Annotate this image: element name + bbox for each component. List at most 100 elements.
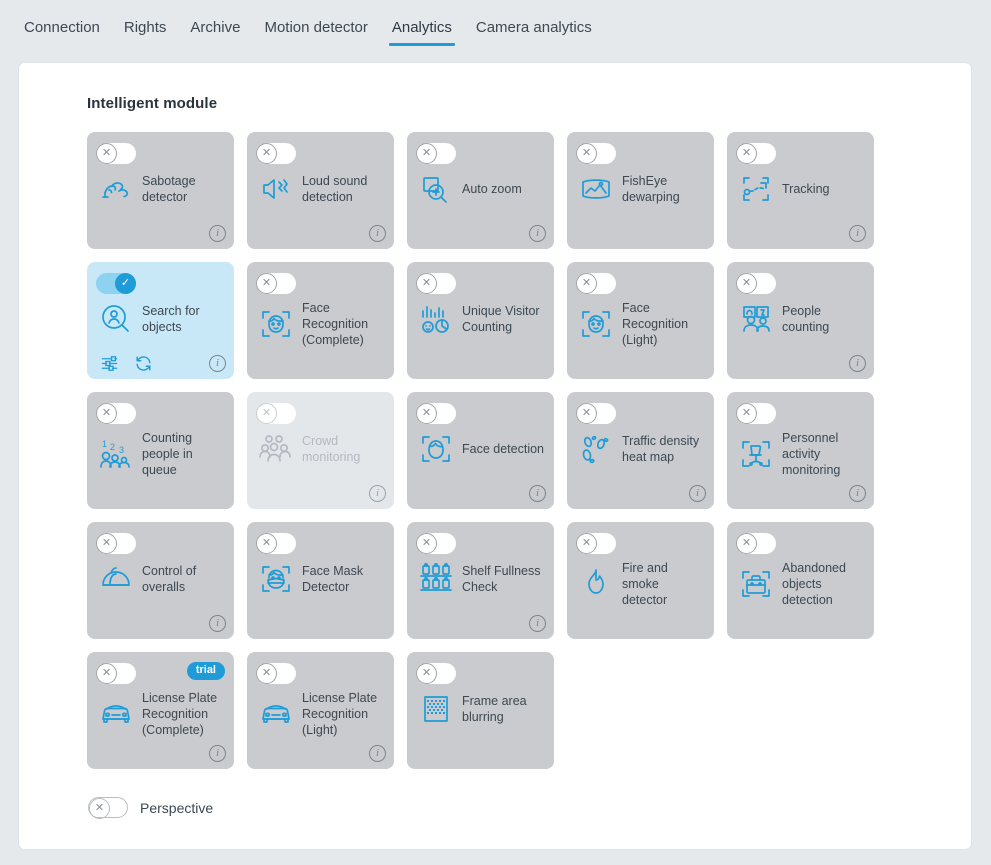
page-title: Intelligent module: [87, 95, 218, 112]
control-of-overalls-icon: [97, 560, 135, 598]
module-card[interactable]: ✕ Face Mask Detector: [247, 522, 394, 639]
info-icon[interactable]: i: [689, 485, 706, 502]
info-icon[interactable]: i: [849, 355, 866, 372]
toggle-knob-off-icon: ✕: [736, 273, 757, 294]
module-card-body: Auto zoom: [417, 170, 546, 208]
module-card[interactable]: ✕ trial License Plate Recognition (Complet…: [87, 652, 234, 769]
module-toggle[interactable]: ✕: [736, 273, 776, 294]
intelligent-module-grid: ✕ Sabotage detector i ✕ Loud sound detection…: [87, 132, 887, 769]
module-card[interactable]: ✓ Search for objects i: [87, 262, 234, 379]
module-card[interactable]: ✕ Control of overalls i: [87, 522, 234, 639]
module-toggle[interactable]: ✕: [416, 143, 456, 164]
info-icon[interactable]: i: [209, 745, 226, 762]
module-card-body: Face Recognition (Complete): [257, 300, 386, 348]
module-card-body: Search for objects: [97, 300, 226, 338]
module-card[interactable]: ✕ Sabotage detector i: [87, 132, 234, 249]
module-toggle[interactable]: ✕: [96, 663, 136, 684]
module-toggle[interactable]: ✕: [256, 533, 296, 554]
module-toggle[interactable]: ✕: [576, 273, 616, 294]
people-counting-icon: [737, 300, 775, 338]
toggle-knob-off-icon: ✕: [416, 533, 437, 554]
module-card[interactable]: ✕ Abandoned objects detection: [727, 522, 874, 639]
module-toggle[interactable]: ✕: [256, 403, 296, 424]
tab-camera-analytics[interactable]: Camera analytics: [464, 12, 604, 50]
module-toggle[interactable]: ✕: [96, 143, 136, 164]
info-icon[interactable]: i: [849, 485, 866, 502]
settings-sliders-icon[interactable]: [99, 353, 120, 374]
tab-motion-detector[interactable]: Motion detector: [252, 12, 379, 50]
module-label: Auto zoom: [462, 182, 522, 196]
module-card[interactable]: ✕ Unique Visitor Counting: [407, 262, 554, 379]
module-toggle[interactable]: ✕: [736, 533, 776, 554]
tab-analytics[interactable]: Analytics: [380, 12, 464, 50]
module-card[interactable]: ✕ Frame area blurring: [407, 652, 554, 769]
module-card-body: Crowd monitoring: [257, 430, 386, 468]
module-card[interactable]: ✕ Face Recognition (Light): [567, 262, 714, 379]
module-card[interactable]: ✕ People counting i: [727, 262, 874, 379]
module-toggle[interactable]: ✕: [416, 273, 456, 294]
module-card-body: Frame area blurring: [417, 690, 546, 728]
info-icon[interactable]: i: [529, 225, 546, 242]
info-icon[interactable]: i: [209, 355, 226, 372]
module-toggle[interactable]: ✕: [736, 403, 776, 424]
module-toggle[interactable]: ✕: [576, 403, 616, 424]
tab-archive[interactable]: Archive: [178, 12, 252, 50]
refresh-sync-icon[interactable]: [133, 353, 154, 374]
face-detection-icon: [417, 430, 455, 468]
module-card[interactable]: ✕ Fire and smoke detector: [567, 522, 714, 639]
traffic-density-heat-map-icon: [577, 430, 615, 468]
module-card[interactable]: ✕ Personnel activity monitoring i: [727, 392, 874, 509]
info-icon[interactable]: i: [369, 225, 386, 242]
info-icon[interactable]: i: [209, 615, 226, 632]
module-card[interactable]: ✕ FishEye dewarping: [567, 132, 714, 249]
module-card-body: Face Recognition (Light): [577, 300, 706, 348]
module-card[interactable]: ✕ Shelf Fullness Check i: [407, 522, 554, 639]
perspective-row: ✕ Perspective: [88, 797, 971, 819]
info-icon[interactable]: i: [369, 485, 386, 502]
perspective-toggle[interactable]: ✕: [88, 797, 128, 819]
module-toggle[interactable]: ✕: [416, 663, 456, 684]
module-actions: [99, 353, 154, 374]
toggle-knob-off-icon: ✕: [576, 143, 597, 164]
tab-rights[interactable]: Rights: [112, 12, 179, 50]
module-card-body: Control of overalls: [97, 560, 226, 598]
toggle-knob-off-icon: ✕: [256, 273, 277, 294]
module-card[interactable]: ✕ Auto zoom i: [407, 132, 554, 249]
module-card[interactable]: ✕ License Plate Recognition (Light) i: [247, 652, 394, 769]
toggle-knob-off-icon: ✕: [96, 663, 117, 684]
module-toggle[interactable]: ✕: [416, 403, 456, 424]
module-card[interactable]: ✕ Tracking i: [727, 132, 874, 249]
module-toggle[interactable]: ✕: [256, 143, 296, 164]
module-card[interactable]: ✕ Traffic density heat map i: [567, 392, 714, 509]
toggle-knob-off-icon: ✕: [576, 403, 597, 424]
module-toggle[interactable]: ✕: [576, 533, 616, 554]
module-toggle[interactable]: ✕: [96, 533, 136, 554]
module-toggle[interactable]: ✕: [256, 663, 296, 684]
info-icon[interactable]: i: [849, 225, 866, 242]
module-card[interactable]: ✕ Face detection i: [407, 392, 554, 509]
toggle-knob-on-check-icon: ✓: [115, 273, 136, 294]
face-mask-detector-icon: [257, 560, 295, 598]
module-card[interactable]: ✕ Loud sound detection i: [247, 132, 394, 249]
info-icon[interactable]: i: [369, 745, 386, 762]
module-toggle[interactable]: ✕: [736, 143, 776, 164]
module-label: Face Mask Detector: [302, 564, 364, 594]
module-toggle[interactable]: ✕: [576, 143, 616, 164]
module-label: Loud sound detection: [302, 174, 368, 204]
info-icon[interactable]: i: [529, 615, 546, 632]
module-card[interactable]: ✕ Face Recognition (Complete): [247, 262, 394, 379]
module-card[interactable]: ✕ Crowd monitoring i: [247, 392, 394, 509]
module-toggle[interactable]: ✕: [256, 273, 296, 294]
module-toggle[interactable]: ✓: [96, 273, 136, 294]
auto-zoom-icon: [417, 170, 455, 208]
module-toggle[interactable]: ✕: [96, 403, 136, 424]
personnel-activity-monitoring-icon: [737, 435, 775, 473]
tab-connection[interactable]: Connection: [12, 12, 112, 50]
info-icon[interactable]: i: [209, 225, 226, 242]
module-label: Face detection: [462, 442, 544, 456]
info-icon[interactable]: i: [529, 485, 546, 502]
module-label: Fire and smoke detector: [622, 561, 668, 607]
module-card[interactable]: ✕ 1 2 3 Counting people in queue: [87, 392, 234, 509]
module-toggle[interactable]: ✕: [416, 533, 456, 554]
toggle-knob-off-icon: ✕: [256, 143, 277, 164]
